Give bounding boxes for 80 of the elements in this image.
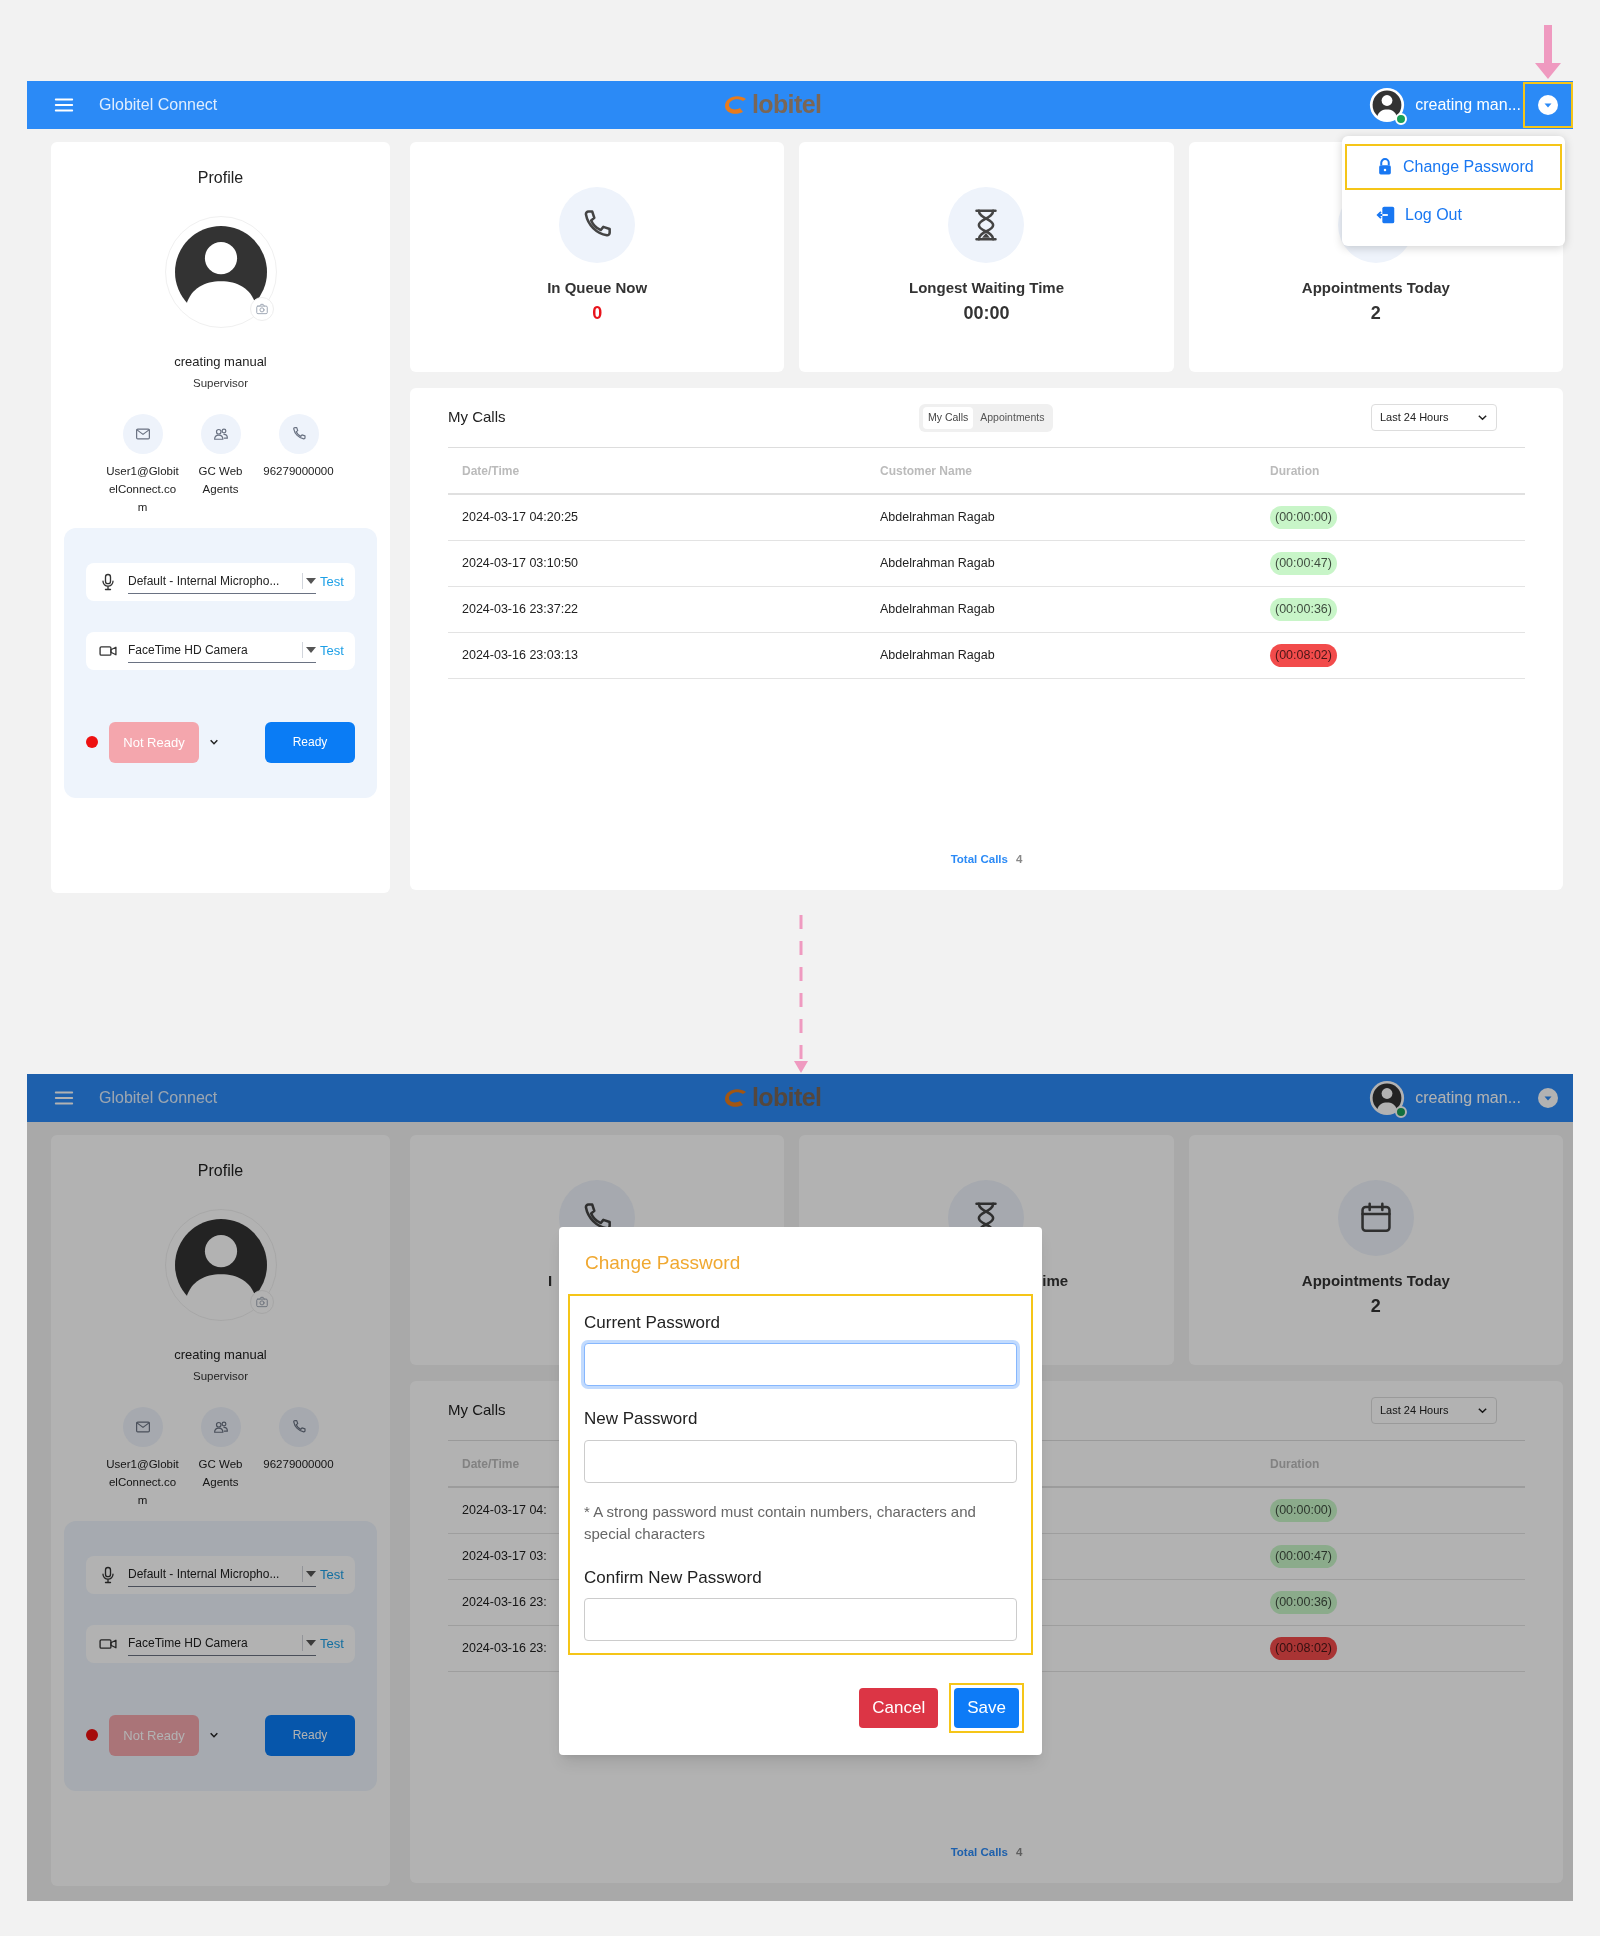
table-cell-text: 2024-03-17 03: — [462, 1548, 547, 1566]
test-link[interactable]: Test — [320, 1565, 344, 1585]
table-cell-text: 2024-03-16 23: — [462, 1640, 547, 1658]
table-cell-text: 2024-03-16 23: — [462, 1594, 547, 1612]
stat-label: Longest Waiting Time — [909, 278, 1064, 298]
total-calls-count: 4 — [1015, 851, 1023, 867]
contact-text: GC Web Agents — [197, 463, 244, 497]
user-full-name: creating manual — [174, 1346, 267, 1364]
duration-badge: (00:00:00) — [1270, 506, 1337, 529]
stat-label: In Queue Now — [547, 278, 648, 298]
user-role: Supervisor — [193, 1368, 248, 1384]
duration-badge: (00:08:02) — [1270, 644, 1337, 667]
card-title: Profile — [197, 1161, 244, 1181]
app-title: Globitel Connect — [99, 95, 218, 115]
contact-text: User1@GlobitelConnect.com — [105, 1456, 180, 1508]
tab[interactable]: Appointments — [975, 407, 1050, 429]
duration-badge: (00:00:47) — [1270, 1545, 1337, 1568]
table-cell-text: Abdelrahman Ragab — [879, 647, 996, 665]
column-header: Duration — [1269, 462, 1321, 480]
device-select[interactable]: FaceTime HD Camera — [128, 638, 316, 663]
column-header: Date/Time — [461, 462, 521, 480]
stat-value: 2 — [1370, 301, 1381, 325]
field-label: Current Password — [584, 1311, 722, 1334]
contact-text: GC Web Agents — [197, 1456, 244, 1490]
table-cell-text: Abdelrahman Ragab — [879, 601, 996, 619]
column-header: Customer Name — [879, 462, 974, 480]
cancel-button[interactable]: Cancel — [859, 1688, 939, 1728]
app-title: Globitel Connect — [99, 1088, 218, 1108]
stat-label: Appointments Today — [1301, 1271, 1450, 1291]
contact-text: User1@GlobitelConnect.com — [105, 463, 180, 515]
logo-text: lobitel — [752, 1084, 822, 1110]
test-link[interactable]: Test — [320, 572, 344, 592]
stat-value: 0 — [592, 301, 603, 325]
stat-value: 2 — [1370, 1294, 1381, 1318]
table-cell-text: 2024-03-17 04:20:25 — [462, 509, 579, 527]
table-cell-text: 2024-03-17 03:10:50 — [462, 555, 579, 573]
device-select[interactable]: Default - Internal Micropho... — [128, 1562, 316, 1587]
stat-label: I — [547, 1271, 553, 1291]
time-range-select[interactable]: Last 24 Hours — [1371, 1397, 1497, 1424]
stat-label: Appointments Today — [1301, 278, 1450, 298]
user-role: Supervisor — [193, 375, 248, 391]
table-cell-text: 2024-03-16 23:37:22 — [462, 601, 579, 619]
ready-button[interactable]: Ready — [265, 1714, 355, 1756]
total-calls-label: Total Calls — [950, 1844, 1008, 1860]
contact-text: 96279000000 — [262, 463, 335, 479]
device-select[interactable]: Default - Internal Micropho... — [128, 569, 316, 594]
total-calls-label: Total Calls — [950, 851, 1008, 867]
password-hint: * A strong password must contain numbers, characters and special characters — [584, 1501, 977, 1544]
table-cell-text: 2024-03-16 23:03:13 — [462, 647, 579, 665]
contact-text: 96279000000 — [262, 1456, 335, 1472]
table-cell-text: 2024-03-17 04: — [462, 1502, 547, 1520]
user-name: creating man... — [1415, 95, 1521, 115]
tab[interactable]: My Calls — [923, 407, 974, 429]
field-label: Confirm New Password — [584, 1566, 763, 1589]
duration-badge: (00:00:00) — [1270, 1499, 1337, 1522]
user-full-name: creating manual — [174, 353, 267, 371]
menu-item[interactable]: Change Password — [1345, 144, 1562, 190]
stat-value: 00:00 — [963, 301, 1010, 325]
panel-title: My Calls — [448, 1400, 506, 1421]
card-title: Profile — [197, 168, 244, 188]
ready-button[interactable]: Ready — [265, 721, 355, 763]
duration-badge: (00:08:02) — [1270, 1637, 1337, 1660]
duration-badge: (00:00:36) — [1270, 598, 1337, 621]
dialog-title: Change Password — [585, 1251, 742, 1275]
test-link[interactable]: Test — [320, 641, 344, 661]
device-select[interactable]: FaceTime HD Camera — [128, 1631, 316, 1656]
duration-badge: (00:00:36) — [1270, 1591, 1337, 1614]
total-calls-count: 4 — [1015, 1844, 1023, 1860]
user-name: creating man... — [1415, 1088, 1521, 1108]
field-label: New Password — [584, 1408, 699, 1430]
logo-text: lobitel — [752, 91, 822, 117]
test-link[interactable]: Test — [320, 1634, 344, 1654]
duration-badge: (00:00:47) — [1270, 552, 1337, 575]
panel-title: My Calls — [448, 407, 506, 428]
menu-item[interactable]: Log Out — [1345, 192, 1562, 238]
save-button[interactable]: Save — [954, 1688, 1019, 1728]
time-range-select[interactable]: Last 24 Hours — [1371, 404, 1497, 431]
stat-label: ime — [1041, 1271, 1069, 1291]
table-cell-text: Abdelrahman Ragab — [879, 555, 996, 573]
table-cell-text: Abdelrahman Ragab — [879, 509, 996, 527]
